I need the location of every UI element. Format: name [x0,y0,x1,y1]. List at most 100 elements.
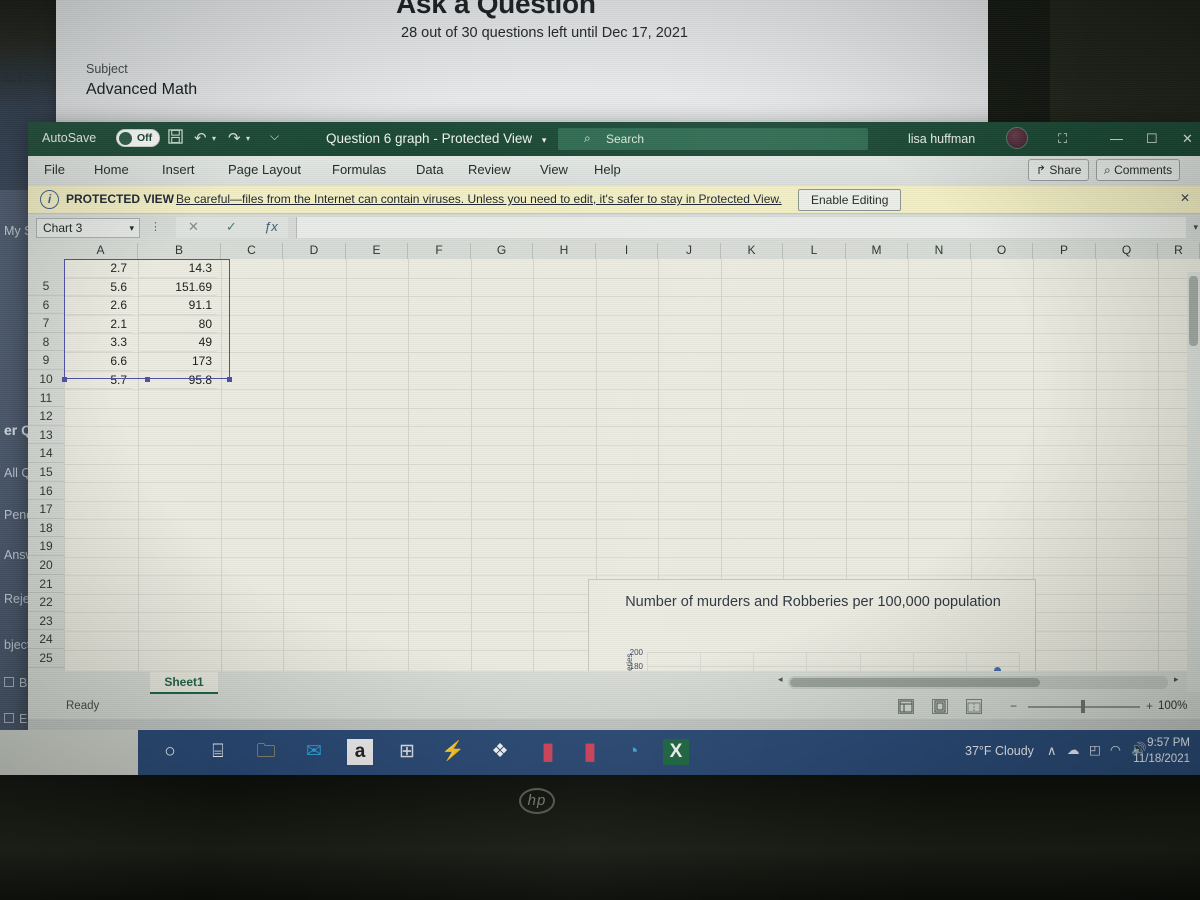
name-box[interactable]: Chart 3 ▾ [36,218,140,238]
autosave-toggle[interactable]: Off [116,129,160,147]
row-header-13[interactable]: 13 [28,426,64,445]
cell-B9[interactable]: 49 [138,333,217,352]
row-header-6[interactable]: 6 [28,296,64,315]
undo-icon[interactable]: ↶ [194,129,207,147]
row-header-22[interactable]: 22 [28,593,64,612]
cell-B8[interactable]: 80 [138,315,217,334]
row-header-5[interactable]: 5 [28,277,64,296]
clock[interactable]: 9:57 PM 11/18/2021 [1133,735,1190,767]
redo-dropdown-icon[interactable]: ▾ [246,134,250,143]
cell-B10[interactable]: 173 [138,352,217,371]
cell-A11[interactable]: 5.7 [64,371,132,390]
row-header-14[interactable]: 14 [28,444,64,463]
onedrive-icon[interactable]: ☁ [1067,742,1080,757]
tab-help[interactable]: Help [594,162,621,177]
row-header-10[interactable]: 10 [28,370,64,389]
zoom-out-button[interactable]: − [1010,699,1017,713]
column-header-h[interactable]: H [533,243,596,259]
sheet-tab-sheet1[interactable]: Sheet1 [150,672,218,694]
normal-view-icon[interactable] [898,699,914,714]
row-header-7[interactable]: 7 [28,314,64,333]
cell-A7[interactable]: 2.6 [64,296,132,315]
cell-A9[interactable]: 3.3 [64,333,132,352]
cell-A10[interactable]: 6.6 [64,352,132,371]
column-header-k[interactable]: K [721,243,783,259]
close-icon[interactable]: ✕ [1180,191,1190,205]
column-header-o[interactable]: O [971,243,1033,259]
checkbox-business[interactable] [4,677,14,687]
mail-icon[interactable]: ✉ [301,739,327,765]
row-header-9[interactable]: 9 [28,351,64,370]
column-header-a[interactable]: A [64,243,138,259]
customize-quick-access-icon[interactable]: ⌵ [270,129,279,144]
bolt-icon[interactable]: ⚡ [440,739,466,765]
tab-data[interactable]: Data [416,162,443,177]
zoom-slider-knob[interactable] [1081,700,1085,713]
enable-editing-button[interactable]: Enable Editing [798,189,902,211]
column-header-f[interactable]: F [408,243,471,259]
undo-dropdown-icon[interactable]: ▾ [212,134,216,143]
maximize-icon[interactable]: ☐ [1146,131,1158,147]
vertical-scroll-thumb[interactable] [1189,276,1198,346]
column-header-g[interactable]: G [471,243,533,259]
expand-formula-bar-icon[interactable]: ▾ [1193,222,1198,233]
page-layout-view-icon[interactable] [932,699,948,714]
selection-handle[interactable] [62,377,67,382]
row-header-20[interactable]: 20 [28,556,64,575]
column-header-b[interactable]: B [138,243,221,259]
cell-B5[interactable]: 14.3 [138,259,217,278]
document-title[interactable]: Question 6 graph - Protected View ▾ [326,131,546,146]
column-header-e[interactable]: E [346,243,408,259]
worksheet-grid[interactable]: ABCDEFGHIJKLMNOPQR 5 6 7 8 9 10 11 12 13 14 15 16 17… [28,241,1200,671]
row-header-17[interactable]: 17 [28,500,64,519]
excel-icon[interactable]: X [663,739,689,765]
tab-home[interactable]: Home [94,162,129,177]
row-header-11[interactable]: 11 [28,389,64,408]
cell-B6[interactable]: 151.69 [138,278,217,297]
network-icon[interactable]: ◰ [1089,742,1101,757]
show-hidden-icons[interactable]: ∧ [1047,743,1057,759]
row-header-23[interactable]: 23 [28,612,64,631]
amazon-icon[interactable]: a [347,739,373,765]
column-header-l[interactable]: L [783,243,846,259]
column-header-m[interactable]: M [846,243,908,259]
minimize-icon[interactable]: — [1110,131,1123,146]
zoom-level[interactable]: 100% [1158,700,1187,712]
save-icon[interactable] [168,129,183,148]
weather-status[interactable]: 37°F Cloudy [965,744,1034,758]
column-header-p[interactable]: P [1033,243,1096,259]
insert-function-icon[interactable]: ƒx [264,219,278,234]
tab-view[interactable]: View [540,162,568,177]
selection-handle[interactable] [227,377,232,382]
dropbox-icon[interactable]: ❖ [487,739,513,765]
tab-review[interactable]: Review [468,162,511,177]
row-header-18[interactable]: 18 [28,519,64,538]
column-header-q[interactable]: Q [1096,243,1158,259]
row-header-8[interactable]: 8 [28,333,64,352]
document-title-caret-icon[interactable]: ▾ [542,135,547,145]
row-header-24[interactable]: 24 [28,630,64,649]
account-name[interactable]: lisa huffman [908,132,975,146]
row-header-16[interactable]: 16 [28,482,64,501]
row-header-15[interactable]: 15 [28,463,64,482]
name-box-resize-handle[interactable]: ⋮ [150,220,161,233]
formula-input[interactable] [296,217,1186,238]
page-break-preview-icon[interactable] [966,699,982,714]
column-header-d[interactable]: D [283,243,346,259]
cell-A8[interactable]: 2.1 [64,315,132,334]
start-button-area[interactable] [0,730,138,775]
tab-insert[interactable]: Insert [162,162,195,177]
redo-icon[interactable]: ↷ [228,129,241,147]
row-header-12[interactable]: 12 [28,407,64,426]
cell-A6[interactable]: 5.6 [64,278,132,297]
tab-page-layout[interactable]: Page Layout [228,162,301,177]
column-header-c[interactable]: C [221,243,283,259]
microsoft-store-icon[interactable]: ⊞ [394,739,420,765]
comments-button[interactable]: ⌕ Comments [1096,159,1181,181]
tab-formulas[interactable]: Formulas [332,162,386,177]
column-header-i[interactable]: I [596,243,658,259]
column-header-n[interactable]: N [908,243,971,259]
scatter-chart-object[interactable]: Number of murders and Robberies per 100,… [588,579,1036,671]
column-header-j[interactable]: J [658,243,721,259]
task-view-icon[interactable]: ⌸ [205,739,231,765]
